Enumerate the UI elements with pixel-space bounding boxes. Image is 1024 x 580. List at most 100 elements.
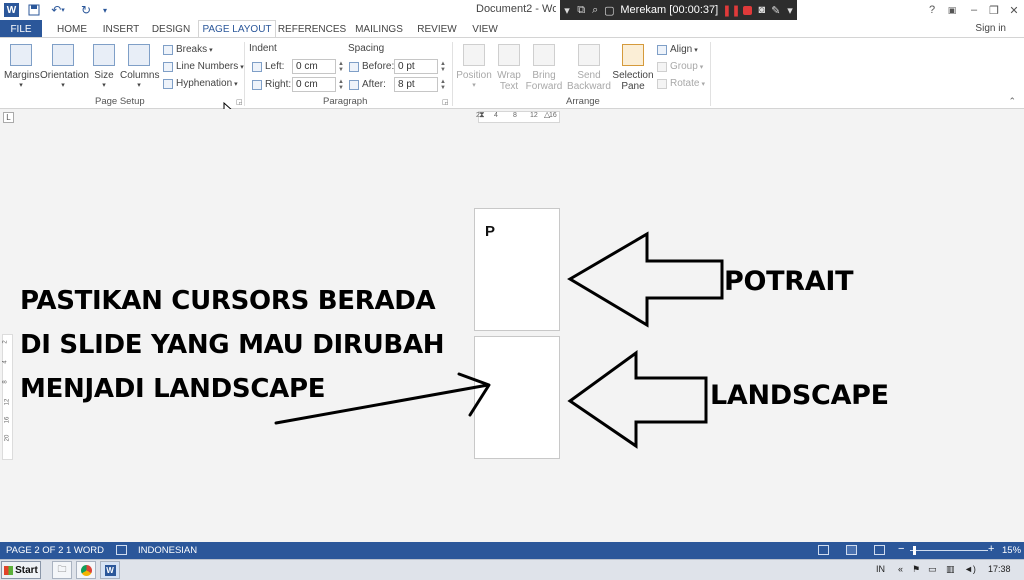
zoom-slider-thumb[interactable]: [912, 546, 916, 555]
start-label: Start: [15, 564, 38, 576]
spacing-before-input[interactable]: 0 pt: [394, 59, 438, 74]
ruler-tick: 12: [530, 112, 538, 119]
indent-left-input[interactable]: 0 cm: [292, 59, 336, 74]
read-mode-icon[interactable]: [818, 545, 829, 555]
chrome-taskbar-icon[interactable]: [76, 561, 96, 579]
help-button[interactable]: ?: [922, 2, 942, 18]
margins-icon: [10, 44, 32, 66]
tab-page-layout[interactable]: PAGE LAYOUT: [198, 20, 276, 38]
redo-icon[interactable]: ↻: [78, 2, 94, 18]
tab-file[interactable]: FILE: [0, 20, 42, 38]
hyphenation-button[interactable]: Hyphenation ▾: [163, 78, 238, 89]
action-center-icon[interactable]: ⚑: [912, 564, 920, 575]
battery-icon[interactable]: ▭: [928, 564, 937, 575]
tab-review[interactable]: REVIEW: [414, 20, 460, 38]
input-language[interactable]: IN: [876, 564, 885, 574]
right-indent-marker-icon[interactable]: △: [544, 110, 550, 119]
indent-right-input[interactable]: 0 cm: [292, 77, 336, 92]
ruler-tick: 4: [494, 112, 498, 119]
minimize-button[interactable]: –: [964, 2, 984, 18]
sign-in-link[interactable]: Sign in: [975, 23, 1006, 34]
volume-icon[interactable]: ◄): [964, 564, 976, 574]
group-icon: [657, 61, 667, 72]
group-separator: [244, 42, 245, 106]
status-bar: PAGE 2 OF 2 1 WORD INDONESIAN − + 15%: [0, 542, 1024, 559]
word-taskbar-icon[interactable]: W: [100, 561, 120, 579]
recorder-status-text: Merekam [00:00:37]: [620, 4, 719, 16]
tab-mailings[interactable]: MAILINGS: [350, 20, 408, 38]
size-button[interactable]: Size ▾: [90, 44, 118, 89]
network-icon[interactable]: ▥: [946, 564, 955, 575]
word-logo-icon[interactable]: W: [4, 3, 19, 17]
language-status[interactable]: INDONESIAN: [138, 545, 197, 556]
send-backward-button[interactable]: Send Backward: [566, 44, 612, 92]
spacing-after-input[interactable]: 8 pt: [394, 77, 438, 92]
pen-icon[interactable]: ✎: [769, 0, 783, 20]
paragraph-group-label: Paragraph: [323, 96, 368, 107]
camera-icon[interactable]: ◙: [755, 0, 769, 20]
tray-expand-icon[interactable]: «: [898, 564, 903, 574]
tab-design[interactable]: DESIGN: [148, 20, 194, 38]
tab-selector-icon[interactable]: L: [3, 112, 14, 123]
zoom-in-button[interactable]: +: [988, 543, 994, 555]
document-workspace[interactable]: 2 4 8 12 16 20 P PASTIKAN CURSORS BERADA…: [0, 126, 1024, 542]
wrap-text-button[interactable]: Wrap Text: [494, 44, 524, 92]
spacing-before-spinner[interactable]: ▲ ▼: [439, 59, 447, 74]
tab-home[interactable]: HOME: [48, 20, 96, 38]
wrap-text-icon: [498, 44, 520, 66]
hyphenation-label: Hyphenation: [176, 78, 233, 89]
zoom-level[interactable]: 15%: [1002, 545, 1021, 556]
print-layout-icon[interactable]: [846, 545, 857, 555]
explorer-taskbar-icon[interactable]: 🗀: [52, 561, 72, 579]
paragraph-launcher-icon[interactable]: ◲: [442, 98, 450, 106]
collapse-ribbon-icon[interactable]: ⌃: [1008, 96, 1016, 107]
recorder-pin-icon[interactable]: ▾: [560, 0, 574, 20]
align-icon: [657, 44, 667, 55]
line-numbers-icon: [163, 61, 173, 72]
columns-button[interactable]: Columns ▾: [120, 44, 159, 89]
page-count-status[interactable]: PAGE 2 OF 2: [6, 545, 63, 556]
rotate-button[interactable]: Rotate ▾: [657, 78, 705, 89]
zoom-out-button[interactable]: −: [898, 543, 904, 555]
rotate-icon: [657, 78, 667, 89]
restore-button[interactable]: ❐: [984, 2, 1004, 18]
group-button[interactable]: Group ▾: [657, 61, 703, 72]
recorder-zoom-icon[interactable]: ⌕: [588, 0, 602, 20]
breaks-button[interactable]: Breaks ▾: [163, 44, 213, 55]
customize-toolbar-icon[interactable]: ▾: [100, 2, 110, 18]
recorder-window-icon[interactable]: ⧉: [574, 0, 588, 20]
close-button[interactable]: ✕: [1004, 2, 1024, 18]
group-separator: [710, 42, 711, 106]
position-button[interactable]: Position ▾: [456, 44, 492, 89]
bring-forward-button[interactable]: Bring Forward: [524, 44, 564, 92]
page-setup-group-label: Page Setup: [95, 96, 145, 107]
orientation-button[interactable]: Orientation ▾: [40, 44, 89, 89]
undo-icon[interactable]: ↶ ▾: [48, 2, 68, 18]
tab-view[interactable]: VIEW: [466, 20, 504, 38]
page-setup-launcher-icon[interactable]: ◲: [236, 98, 244, 106]
group-separator: [452, 42, 453, 106]
margins-button[interactable]: Margins ▾: [4, 44, 40, 89]
stop-icon[interactable]: [741, 0, 755, 20]
web-layout-icon[interactable]: [874, 545, 885, 555]
align-button[interactable]: Align ▾: [657, 44, 698, 55]
pause-icon[interactable]: ❚❚: [722, 0, 740, 20]
ribbon-display-options-icon[interactable]: ▣: [942, 2, 962, 18]
group-label: Group: [670, 61, 698, 72]
tab-insert[interactable]: INSERT: [98, 20, 144, 38]
word-count-status[interactable]: 1 WORD: [66, 545, 104, 556]
save-icon[interactable]: [26, 2, 42, 18]
indent-right-spinner[interactable]: ▲ ▼: [337, 77, 345, 92]
rotate-label: Rotate: [670, 78, 700, 89]
recorder-menu-icon[interactable]: ▾: [783, 0, 797, 20]
spacing-after-spinner[interactable]: ▲ ▼: [439, 77, 447, 92]
selection-pane-button[interactable]: Selection Pane: [612, 44, 654, 92]
zoom-slider[interactable]: [910, 550, 988, 551]
clock[interactable]: 17:38: [988, 564, 1011, 574]
indent-left-spinner[interactable]: ▲ ▼: [337, 59, 345, 74]
start-button[interactable]: Start: [1, 561, 41, 579]
recorder-region-icon[interactable]: ▢: [602, 0, 616, 20]
line-numbers-button[interactable]: Line Numbers ▾: [163, 61, 244, 72]
tab-references[interactable]: REFERENCES: [278, 20, 346, 38]
proofing-icon[interactable]: [116, 545, 127, 555]
